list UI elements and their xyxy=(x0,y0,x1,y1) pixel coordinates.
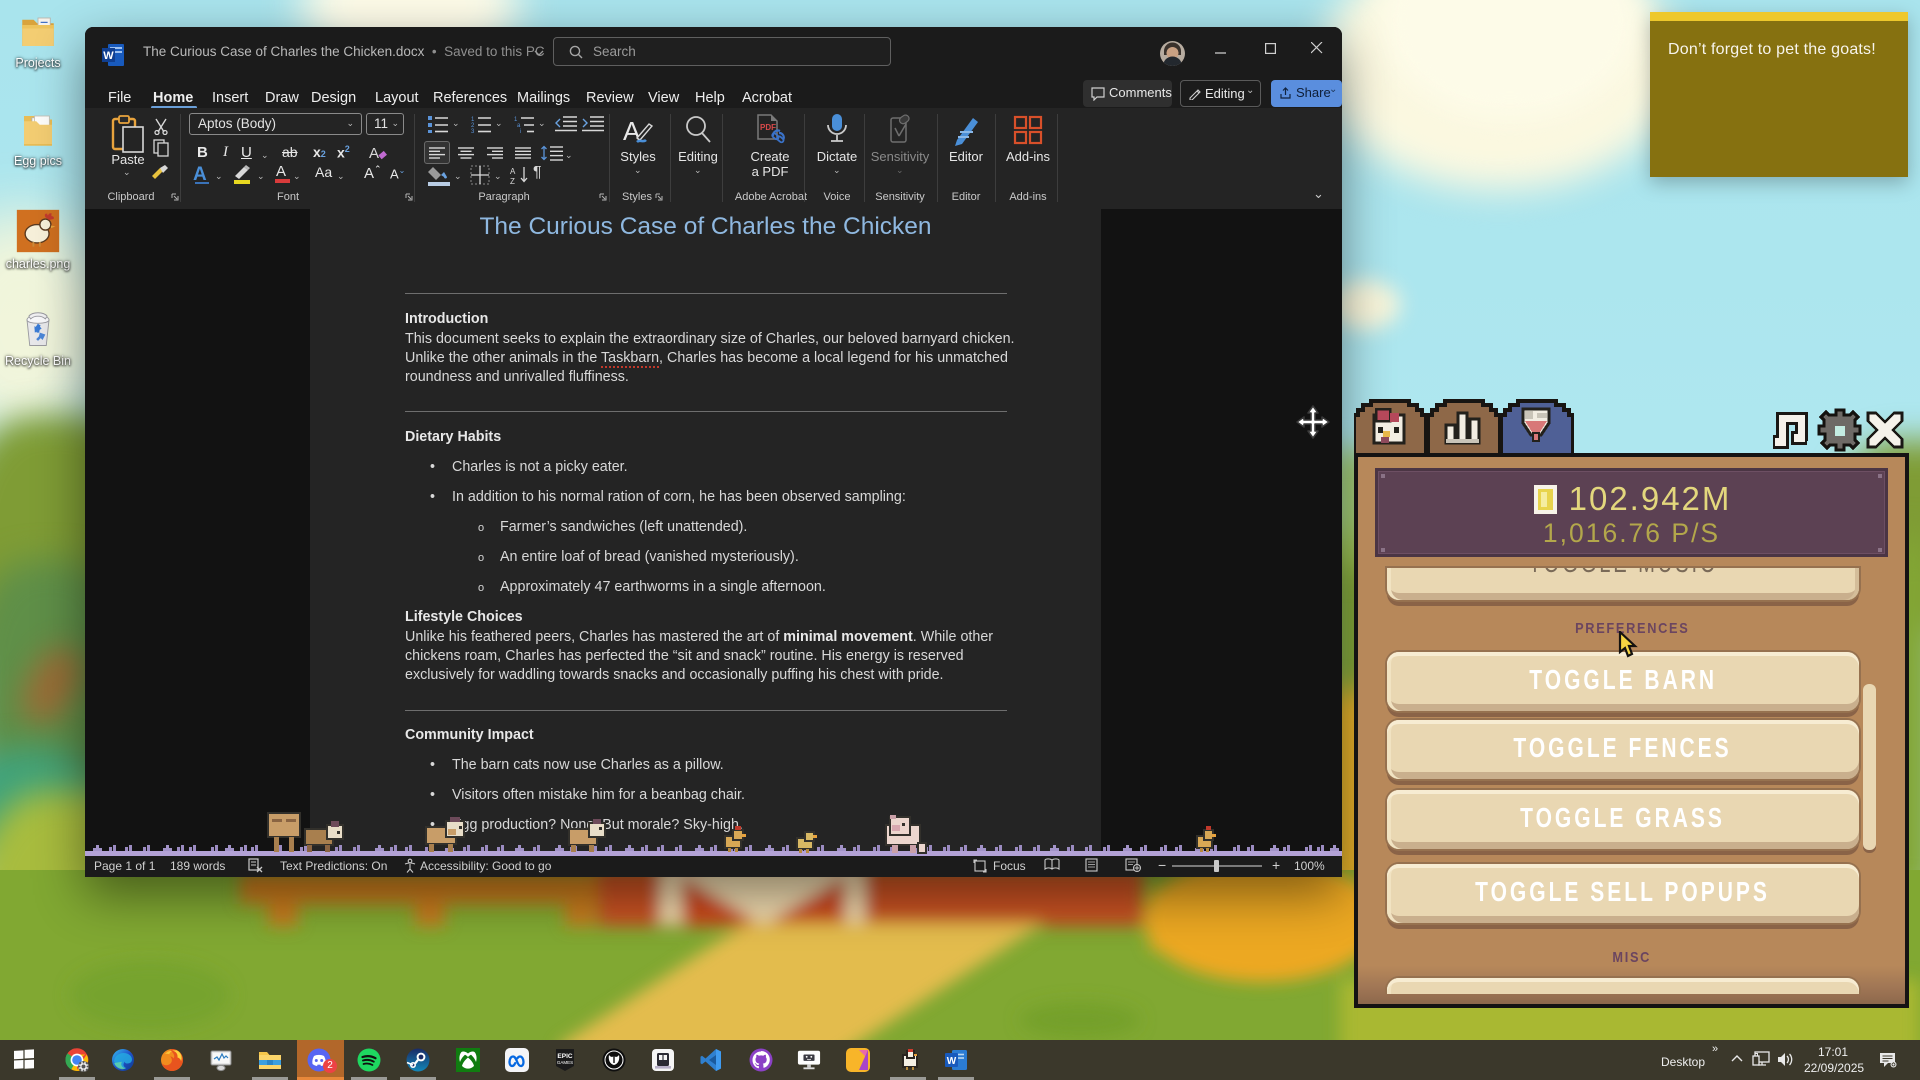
svg-text:Z: Z xyxy=(510,177,515,185)
svg-text:A: A xyxy=(193,164,207,185)
svg-text:A: A xyxy=(510,167,516,176)
svg-text:PDF: PDF xyxy=(760,123,776,132)
svg-text:i: i xyxy=(520,129,521,133)
svg-text:W: W xyxy=(103,50,114,62)
svg-text:A: A xyxy=(369,145,379,162)
svg-text:3: 3 xyxy=(471,129,475,133)
